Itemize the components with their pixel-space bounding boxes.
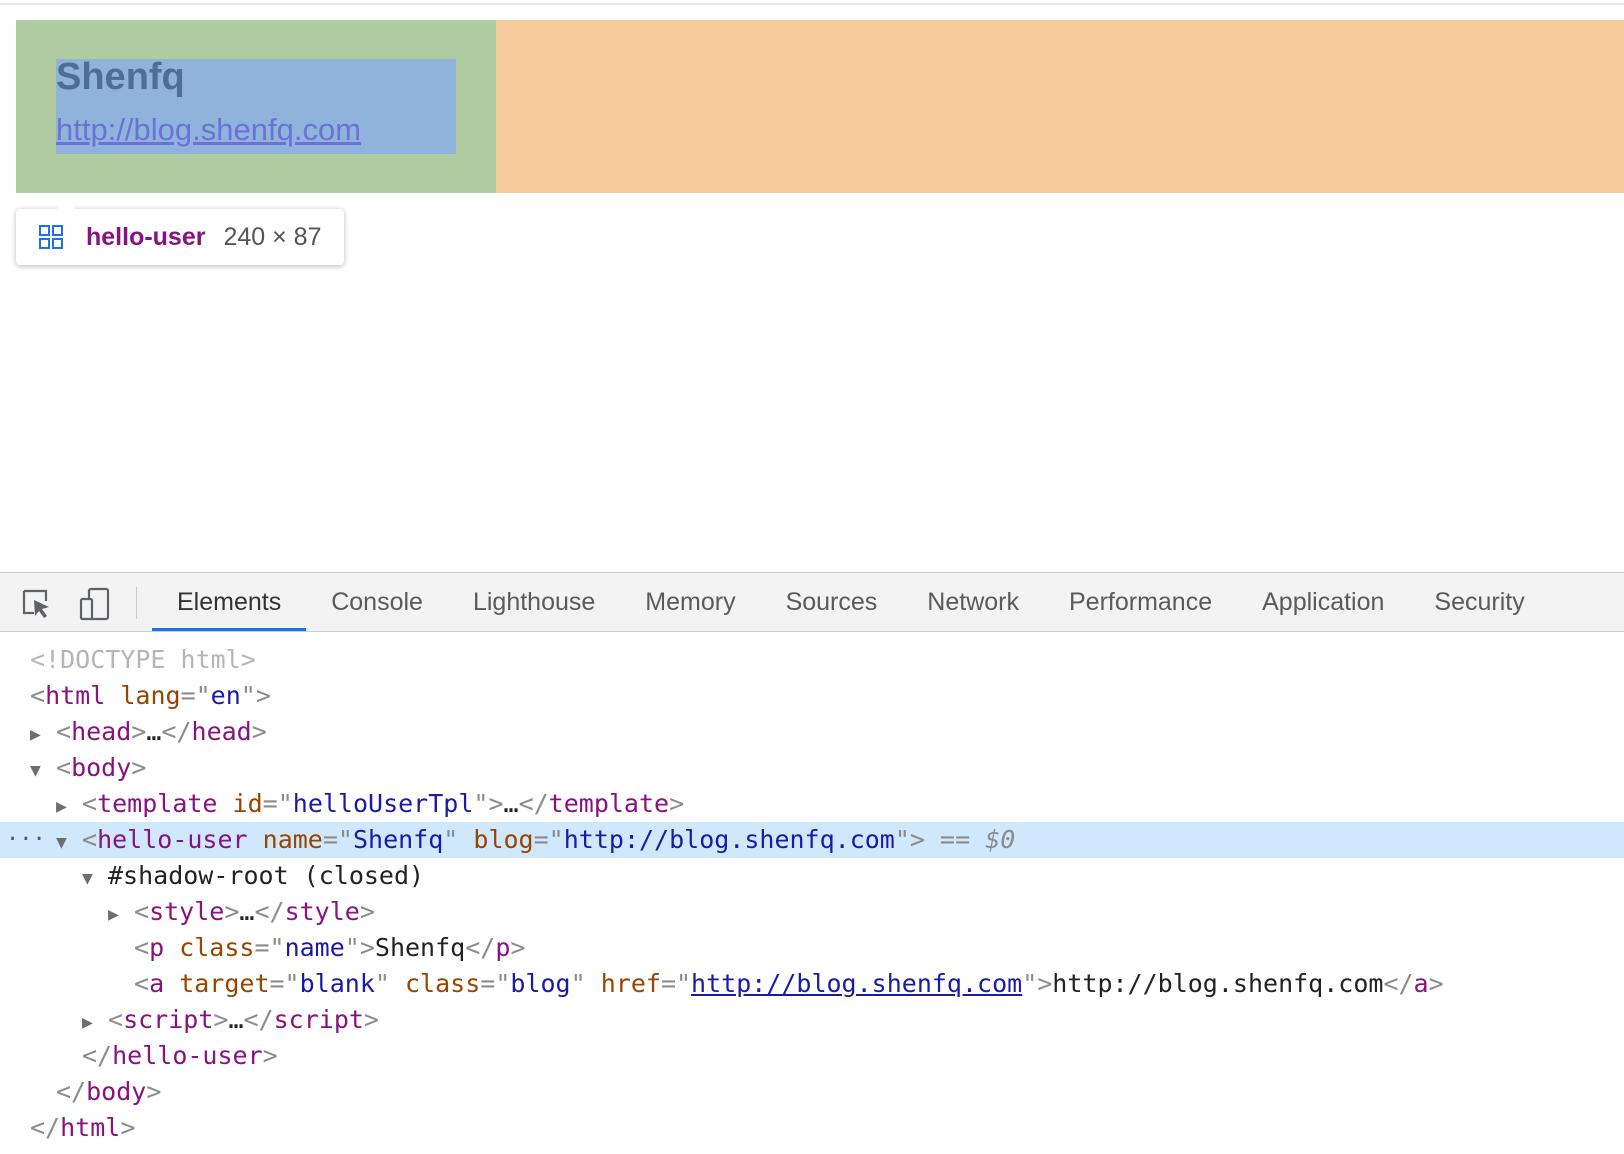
expand-arrow-icon[interactable]: ▶ (30, 717, 56, 753)
dom-node-html-close[interactable]: </html> (0, 1110, 1624, 1146)
user-blog-link[interactable]: http://blog.shenfq.com (56, 112, 361, 148)
collapse-arrow-icon[interactable]: ▼ (82, 861, 108, 897)
dom-node-html[interactable]: <html lang="en"> (0, 678, 1624, 714)
dom-node-template[interactable]: ▶ <template id="helloUserTpl">…</template… (0, 786, 1624, 822)
dom-node-script[interactable]: ▶ <script>…</script> (0, 1002, 1624, 1038)
dom-node-body[interactable]: ▼ <body> (0, 750, 1624, 786)
tooltip-tag-name: hello-user (86, 222, 206, 251)
tab-lighthouse[interactable]: Lighthouse (448, 573, 620, 631)
dom-node-hello-user-selected[interactable]: ··· ▼ <hello-user name="Shenfq" blog="http… (0, 822, 1624, 858)
expand-arrow-icon[interactable]: ▶ (108, 897, 134, 933)
expand-arrow-icon[interactable]: ▶ (82, 1005, 108, 1041)
tab-sources[interactable]: Sources (761, 573, 903, 631)
viewport-top-border (0, 3, 1624, 5)
toolbar-divider (136, 587, 137, 619)
tab-memory[interactable]: Memory (620, 573, 760, 631)
dom-node-shadow-root[interactable]: ▼ #shadow-root (closed) (0, 858, 1624, 894)
devtools-tabs: Elements Console Lighthouse Memory Sourc… (152, 573, 1550, 631)
grid-layout-icon (39, 225, 63, 249)
highlight-margin-box (494, 20, 1624, 193)
devtools-toolbar: Elements Console Lighthouse Memory Sourc… (0, 572, 1624, 632)
tooltip-element-size: 240 × 87 (223, 222, 322, 251)
expand-arrow-icon[interactable]: ▶ (56, 789, 82, 825)
tab-network[interactable]: Network (902, 573, 1044, 631)
dom-node-style[interactable]: ▶ <style>…</style> (0, 894, 1624, 930)
more-options-icon[interactable]: ··· (6, 822, 46, 858)
dom-node-a[interactable]: <a target="blank" class="blog" href="htt… (0, 966, 1624, 1002)
devtools-panel: Elements Console Lighthouse Memory Sourc… (0, 572, 1624, 1154)
selected-node-marker: == $0 (940, 825, 1016, 854)
dom-node-head[interactable]: ▶ <head>…</head> (0, 714, 1624, 750)
tab-application[interactable]: Application (1237, 573, 1409, 631)
href-link[interactable]: http://blog.shenfq.com (691, 969, 1022, 998)
dom-node-hello-user-close[interactable]: </hello-user> (0, 1038, 1624, 1074)
tab-elements[interactable]: Elements (152, 573, 307, 631)
inspect-element-icon[interactable] (20, 587, 54, 621)
dom-node-doctype[interactable]: <!DOCTYPE html> (0, 642, 1624, 678)
device-toggle-icon[interactable] (78, 587, 112, 621)
tooltip-arrow (56, 200, 76, 210)
tab-performance[interactable]: Performance (1044, 573, 1237, 631)
dom-node-body-close[interactable]: </body> (0, 1074, 1624, 1110)
collapse-arrow-icon[interactable]: ▼ (30, 753, 56, 789)
dom-node-p[interactable]: <p class="name">Shenfq</p> (0, 930, 1624, 966)
collapse-arrow-icon[interactable]: ▼ (56, 825, 82, 861)
tab-security[interactable]: Security (1409, 573, 1549, 631)
dom-tree: <!DOCTYPE html> <html lang="en"> ▶ <head>… (0, 642, 1624, 1146)
tab-console[interactable]: Console (306, 573, 448, 631)
element-inspect-tooltip: hello-user 240 × 87 (16, 200, 344, 265)
user-name-text: Shenfq (56, 56, 185, 98)
